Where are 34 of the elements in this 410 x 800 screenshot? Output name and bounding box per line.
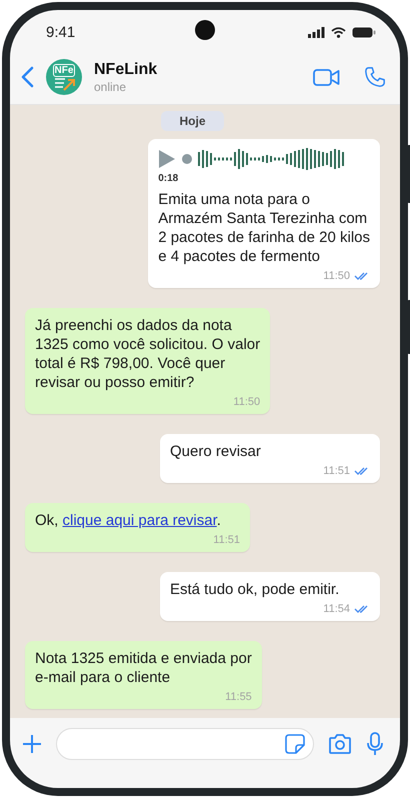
wifi-icon [331,26,346,38]
message-text: Nota 1325 emitida e enviada por e-mail para o cliente [35,649,252,687]
video-call-icon[interactable] [313,68,340,86]
add-icon[interactable] [22,734,42,754]
message-time: 11:55 [225,691,252,703]
contact-name: NFeLink [94,60,158,78]
contact-status: online [94,80,128,94]
date-chip: Hoje [161,111,224,131]
message-time: 11:50 [323,270,350,282]
sticker-icon[interactable] [285,734,305,754]
document-arrow-icon [55,77,75,91]
message-time: 11:51 [213,534,240,546]
camera-icon[interactable] [328,734,352,754]
phone-icon[interactable] [364,66,386,88]
message-text: Ok, clique aqui para revisar. [35,511,222,530]
message-input-field[interactable] [56,728,314,760]
battery-icon [352,26,376,38]
camera-hole [195,20,215,40]
avatar-logo-text: NFe [52,64,76,77]
message-text: Está tudo ok, pode emitir. [170,580,340,599]
playback-dot-icon[interactable] [182,154,192,164]
message-text: Já preenchi os dados da nota 1325 como você solicitou. O valor total é R$ 798,00. Você quer revisar ou posso emitir? [35,316,260,392]
message-text: Emita uma nota para o Armazém Santa Terezinha com 2 pacotes de farinha de 20 kilos e 4 pacotes de fermento [158,190,370,266]
message-time: 11:54 [323,603,350,615]
message-text: Quero revisar [170,442,262,461]
message-time: 11:50 [233,396,260,408]
status-time: 9:41 [46,24,76,40]
review-link[interactable]: clique aqui para revisar [62,512,217,529]
message-time: 11:51 [323,465,350,477]
play-icon[interactable] [158,149,176,169]
microphone-icon[interactable] [366,732,384,756]
voice-duration: 0:18 [158,173,178,184]
signal-icon [308,26,325,38]
back-icon[interactable] [20,66,34,88]
